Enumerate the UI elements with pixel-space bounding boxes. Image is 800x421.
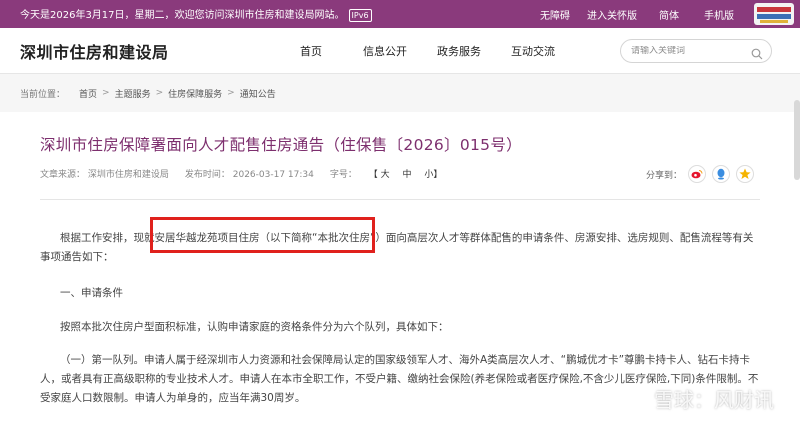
breadcrumb-item[interactable]: 主题服务: [115, 87, 151, 100]
nav-info-disclosure[interactable]: 信息公开: [348, 43, 422, 59]
article-time: 发布时间： 2026-03-17 17:34: [184, 170, 314, 180]
font-size-small[interactable]: 小】: [424, 170, 442, 180]
article-paragraph: 按照本批次住房户型面积标准，认购申请家庭的资格条件分为六个队列，具体如下：: [60, 321, 449, 333]
article-source: 文章来源： 深圳市住房和建设局: [40, 170, 169, 180]
share-bar: 分享到：: [646, 165, 755, 183]
simplified-link[interactable]: 简体: [644, 7, 694, 22]
search-box: [620, 38, 772, 64]
scrollbar[interactable]: [794, 100, 800, 180]
site-title[interactable]: 深圳市住房和建设局: [20, 39, 260, 63]
mobile-link[interactable]: 手机版: [694, 7, 744, 22]
nav-gov-service[interactable]: 政务服务: [422, 43, 496, 59]
breadcrumb: 当前位置： 首页 > 主题服务 > 住房保障服务 > 通知公告: [0, 74, 800, 112]
accessibility-link[interactable]: 无障碍: [530, 7, 580, 22]
article-meta: 文章来源： 深圳市住房和建设局 发布时间： 2026-03-17 17:34 字…: [40, 167, 447, 180]
chevron-right-icon: >: [227, 88, 235, 98]
divider: [40, 199, 760, 200]
article-paragraph: 根据工作安排，现就安居华越龙苑项目住房（以下简称“本批次住房”）面向高层次人才等…: [40, 232, 754, 263]
care-mode-link[interactable]: 进入关怀版: [580, 7, 644, 22]
watermark: 雪球：风财讯: [654, 388, 774, 412]
share-label: 分享到：: [646, 170, 683, 181]
main-nav: 首页 信息公开 政务服务 互动交流: [274, 43, 570, 59]
site-header: 深圳市住房和建设局 首页 信息公开 政务服务 互动交流: [0, 28, 800, 74]
top-bar: 今天是2026年3月17日，星期二，欢迎您访问深圳市住房和建设局网站。 IPv6 …: [0, 0, 800, 28]
chevron-right-icon: >: [155, 88, 164, 98]
ipv6-badge: IPv6: [348, 9, 372, 22]
badge-logo[interactable]: [754, 3, 794, 25]
font-size-control: 字号： 【 大 中 小】: [330, 167, 448, 180]
article-paragraph: （一）第一队列。申请人属于经深圳市人力资源和社会保障局认定的国家级领军人才、海外…: [40, 354, 759, 404]
nav-interaction[interactable]: 互动交流: [496, 43, 570, 59]
breadcrumb-label: 当前位置：: [20, 89, 66, 100]
qzone-star-icon[interactable]: [736, 165, 755, 183]
font-size-large[interactable]: 【 大: [369, 170, 390, 180]
welcome-message: 今天是2026年3月17日，星期二，欢迎您访问深圳市住房和建设局网站。 IPv6: [20, 6, 530, 22]
highlight-annotation: [150, 217, 375, 253]
article-title: 深圳市住房保障署面向人才配售住房通告（住保售〔2026〕015号）: [40, 136, 522, 154]
breadcrumb-item[interactable]: 首页: [79, 87, 97, 100]
search-icon[interactable]: [751, 45, 763, 64]
breadcrumb-item[interactable]: 住房保障服务: [168, 87, 222, 100]
article: 深圳市住房保障署面向人才配售住房通告（住保售〔2026〕015号） 文章来源： …: [0, 113, 800, 421]
qq-icon[interactable]: [712, 165, 731, 183]
search-input[interactable]: [631, 45, 741, 56]
welcome-text: 今天是2026年3月17日，星期二，欢迎您访问深圳市住房和建设局网站。: [20, 10, 345, 21]
top-links: 无障碍 进入关怀版 简体 手机版: [530, 7, 744, 22]
chevron-right-icon: >: [102, 88, 110, 98]
nav-home[interactable]: 首页: [274, 43, 348, 59]
section-heading: 一、申请条件: [60, 287, 123, 299]
font-size-medium[interactable]: 中: [402, 170, 411, 180]
font-size-label: 字号：: [329, 170, 357, 180]
breadcrumb-item[interactable]: 通知公告: [240, 87, 276, 100]
weibo-icon[interactable]: [688, 165, 707, 183]
